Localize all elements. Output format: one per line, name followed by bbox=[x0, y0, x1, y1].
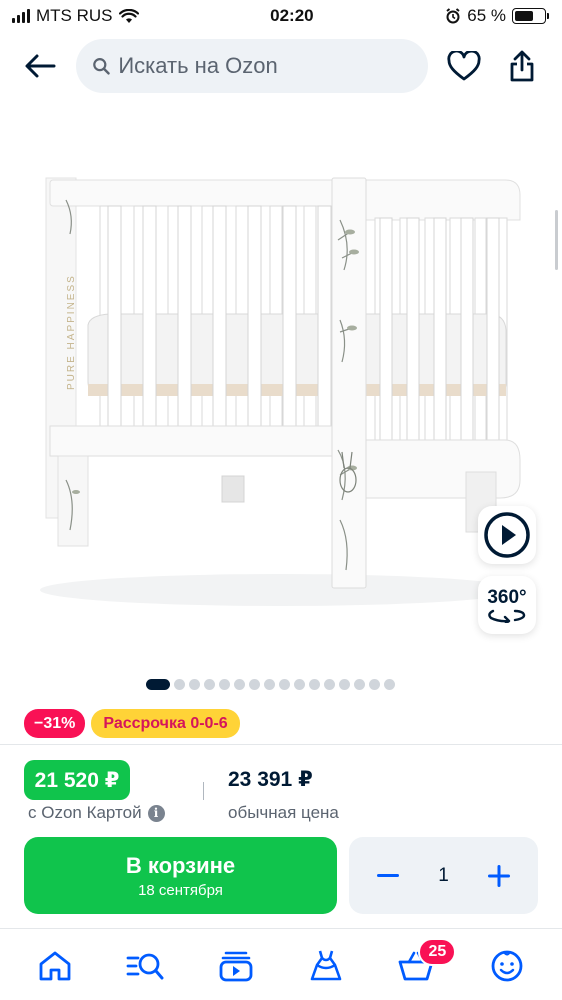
battery-percent: 65 % bbox=[467, 6, 506, 25]
pagination-dot[interactable] bbox=[324, 679, 335, 690]
tab-fashion[interactable] bbox=[298, 938, 354, 994]
minus-icon bbox=[377, 873, 399, 877]
cell-signal-icon bbox=[12, 9, 30, 23]
tab-bar: 25 bbox=[0, 936, 562, 996]
pagination-dot[interactable] bbox=[264, 679, 275, 690]
quantity-value: 1 bbox=[438, 864, 449, 886]
pagination-dot[interactable] bbox=[204, 679, 215, 690]
pagination-dot-active[interactable] bbox=[146, 679, 170, 690]
tab-catalog[interactable] bbox=[117, 938, 173, 994]
view-360-button[interactable]: 360° bbox=[478, 576, 536, 634]
delivery-date: 18 сентября bbox=[138, 881, 223, 899]
pagination-dot[interactable] bbox=[294, 679, 305, 690]
regular-price-label: обычная цена bbox=[228, 803, 339, 822]
view-360-label: 360° bbox=[487, 587, 527, 608]
gallery-pagination[interactable] bbox=[146, 679, 395, 690]
status-left: MTS RUS bbox=[12, 6, 139, 26]
decrease-button[interactable] bbox=[371, 859, 405, 893]
play-video-button[interactable] bbox=[478, 506, 536, 564]
scroll-indicator bbox=[555, 210, 558, 270]
pagination-dot[interactable] bbox=[384, 679, 395, 690]
product-image: PURE HAPPINESS bbox=[40, 177, 521, 606]
in-cart-label: В корзине bbox=[125, 852, 236, 878]
heart-icon bbox=[447, 51, 481, 81]
tab-bar-divider bbox=[0, 928, 562, 929]
card-price-caption: с Ozon Картой bbox=[28, 803, 142, 822]
status-bar: MTS RUS 02:20 65 % bbox=[0, 0, 562, 32]
pagination-dot[interactable] bbox=[309, 679, 320, 690]
wifi-icon bbox=[118, 8, 139, 23]
tab-home[interactable] bbox=[27, 938, 83, 994]
tab-cart[interactable]: 25 bbox=[388, 938, 457, 994]
regular-price: 23 391 ₽ bbox=[228, 768, 313, 791]
increase-button[interactable] bbox=[482, 859, 516, 893]
back-button[interactable] bbox=[18, 44, 62, 88]
pagination-dot[interactable] bbox=[219, 679, 230, 690]
clock: 02:20 bbox=[270, 6, 314, 25]
plus-icon bbox=[487, 864, 510, 887]
product-gallery[interactable]: PURE HAPPINESS bbox=[0, 100, 562, 670]
carrier-label: MTS RUS bbox=[36, 6, 113, 25]
quantity-stepper: 1 bbox=[349, 837, 538, 914]
pagination-dot[interactable] bbox=[234, 679, 245, 690]
card-price-label: с Ozon Картой i bbox=[28, 803, 165, 823]
tab-profile[interactable] bbox=[479, 938, 535, 994]
price-separator bbox=[203, 782, 204, 800]
pagination-dot[interactable] bbox=[339, 679, 350, 690]
catalog-search-icon bbox=[127, 953, 164, 980]
status-right: 65 % bbox=[445, 6, 549, 26]
info-icon[interactable]: i bbox=[147, 804, 165, 822]
home-icon bbox=[39, 951, 71, 981]
in-cart-button[interactable]: В корзине 18 сентября bbox=[24, 837, 337, 914]
tab-video[interactable] bbox=[208, 938, 264, 994]
dress-icon bbox=[310, 950, 342, 981]
installment-badge[interactable]: Рассрочка 0-0-6 bbox=[91, 709, 240, 738]
pagination-dot[interactable] bbox=[249, 679, 260, 690]
arrow-left-icon bbox=[25, 54, 56, 78]
favorite-button[interactable] bbox=[442, 44, 486, 88]
cart-count-badge: 25 bbox=[418, 938, 457, 966]
video-icon bbox=[219, 951, 253, 982]
pagination-dot[interactable] bbox=[189, 679, 200, 690]
search-box[interactable] bbox=[76, 39, 428, 93]
play-icon bbox=[484, 512, 530, 558]
divider bbox=[0, 744, 562, 745]
image-brand-text: PURE HAPPINESS bbox=[66, 274, 77, 390]
battery-icon bbox=[511, 8, 549, 24]
search-icon bbox=[93, 58, 110, 75]
search-input[interactable] bbox=[118, 53, 412, 79]
card-price: 21 520 ₽ bbox=[24, 760, 130, 800]
badges: −31% Рассрочка 0-0-6 bbox=[24, 709, 240, 738]
rotate-icon bbox=[488, 609, 526, 623]
pagination-dot[interactable] bbox=[369, 679, 380, 690]
profile-icon bbox=[491, 950, 523, 982]
pagination-dot[interactable] bbox=[279, 679, 290, 690]
alarm-icon bbox=[446, 8, 460, 24]
pagination-dot[interactable] bbox=[174, 679, 185, 690]
discount-badge: −31% bbox=[24, 709, 86, 738]
top-nav bbox=[0, 38, 562, 94]
share-button[interactable] bbox=[500, 44, 544, 88]
pagination-dot[interactable] bbox=[354, 679, 365, 690]
share-icon bbox=[510, 50, 534, 82]
